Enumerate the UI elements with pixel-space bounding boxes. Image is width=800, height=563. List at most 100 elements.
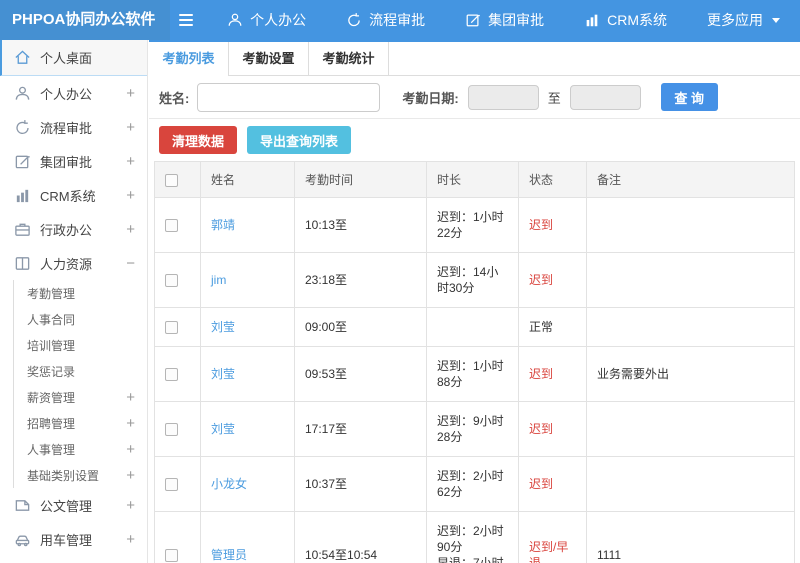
sidebar-item-workflow-approval[interactable]: 流程审批 + — [0, 110, 147, 144]
row-checkbox[interactable] — [165, 219, 178, 233]
tab-attendance-settings[interactable]: 考勤设置 — [229, 42, 309, 75]
nav-group-approval[interactable]: 集团审批 — [445, 0, 564, 40]
sidebar-subitem-hr-contract[interactable]: 人事合同 — [14, 306, 147, 332]
caret-down-icon — [772, 17, 780, 23]
sidebar-item-label: 行政办公 — [40, 222, 93, 238]
employee-name-link[interactable]: jim — [211, 273, 226, 287]
table-header-row: 姓名 考勤时间 时长 状态 备注 — [154, 161, 795, 198]
remark — [586, 197, 795, 253]
row-name-cell: 小龙女 — [200, 456, 295, 512]
doc-icon — [13, 496, 31, 514]
export-list-button[interactable]: 导出查询列表 — [247, 126, 352, 154]
sidebar-subitem-personnel[interactable]: 人事管理 + — [14, 436, 147, 462]
table-row: 小龙女 10:37至 迟到：2小时62分 迟到 — [154, 456, 795, 512]
expand-indicator: + — [126, 466, 135, 484]
date-from-input[interactable] — [467, 84, 539, 110]
sidebar-subitem-recruit[interactable]: 招聘管理 + — [14, 410, 147, 436]
select-all-checkbox[interactable] — [165, 173, 178, 187]
clear-data-button[interactable]: 清理数据 — [159, 126, 238, 154]
edit-icon — [13, 152, 31, 170]
search-button[interactable]: 查 询 — [660, 83, 718, 111]
attendance-time: 09:00至 — [294, 307, 427, 347]
top-header: PHPOA协同办公软件 个人办公 流程审批 集团审批 CRM系统 更多应用 — [0, 0, 800, 40]
row-checkbox[interactable] — [165, 423, 178, 437]
sidebar-item-label: 人力资源 — [40, 256, 93, 272]
tab-attendance-stats[interactable]: 考勤统计 — [309, 42, 389, 75]
sidebar-item-crm[interactable]: CRM系统 + — [0, 178, 147, 212]
name-input[interactable] — [197, 82, 381, 112]
nav-label: CRM系统 — [607, 12, 667, 28]
row-checkbox[interactable] — [165, 478, 178, 492]
sidebar-item-personal-office[interactable]: 个人办公 + — [0, 76, 147, 110]
row-checkbox-cell — [154, 511, 201, 563]
sidebar-item-label: 公文管理 — [40, 498, 93, 514]
expand-indicator: + — [126, 152, 135, 170]
action-bar: 清理数据 导出查询列表 — [149, 119, 800, 161]
sidebar-subitem-label: 薪资管理 — [27, 390, 76, 405]
date-to-input[interactable] — [569, 84, 641, 110]
remark — [586, 401, 795, 457]
sidebar-item-vehicle[interactable]: 用车管理 + — [0, 522, 147, 556]
attendance-duration: 迟到：1小时88分 — [426, 346, 519, 402]
attendance-time: 17:17至 — [294, 401, 427, 457]
sidebar-subitem-base-category[interactable]: 基础类别设置 + — [14, 462, 147, 488]
attendance-time: 23:18至 — [294, 252, 427, 308]
row-checkbox-cell — [154, 346, 201, 402]
nav-crm[interactable]: CRM系统 — [564, 0, 687, 40]
attendance-duration: 迟到：2小时90分 早退：7小时10分 — [426, 511, 519, 563]
sidebar-item-admin-office[interactable]: 行政办公 + — [0, 212, 147, 246]
row-checkbox[interactable] — [165, 549, 178, 563]
row-checkbox-cell — [154, 401, 201, 457]
sidebar-item-group-approval[interactable]: 集团审批 + — [0, 144, 147, 178]
sidebar: 个人桌面 个人办公 + 流程审批 + 集团审批 + CRM系统 + 行政办公 + — [0, 40, 148, 563]
chart-icon — [13, 186, 31, 204]
tab-attendance-list[interactable]: 考勤列表 — [149, 42, 229, 76]
sidebar-subitem-salary[interactable]: 薪资管理 + — [14, 384, 147, 410]
nav-personal-office[interactable]: 个人办公 — [207, 0, 326, 40]
table-row: 刘莹 09:53至 迟到：1小时88分 迟到 业务需要外出 — [154, 346, 795, 402]
employee-name-link[interactable]: 小龙女 — [211, 477, 247, 491]
attendance-time: 09:53至 — [294, 346, 427, 402]
sidebar-item-label: 用车管理 — [40, 532, 93, 548]
sidebar-item-desktop[interactable]: 个人桌面 — [0, 40, 147, 76]
employee-name-link[interactable]: 管理员 — [211, 548, 247, 562]
column-header-status: 状态 — [518, 161, 587, 198]
column-header-name: 姓名 — [200, 161, 295, 198]
row-checkbox[interactable] — [165, 321, 178, 335]
home-icon — [13, 49, 31, 67]
expand-indicator: + — [126, 414, 135, 432]
expand-indicator: + — [126, 388, 135, 406]
flow-icon — [346, 12, 362, 28]
row-checkbox[interactable] — [165, 274, 178, 288]
attendance-time: 10:37至 — [294, 456, 427, 512]
sidebar-subitem-label: 人事合同 — [27, 312, 76, 327]
sidebar-item-hr[interactable]: 人力资源 − — [0, 246, 147, 280]
sidebar-subitem-attendance[interactable]: 考勤管理 — [14, 280, 147, 306]
attendance-time: 10:54至10:54 — [294, 511, 427, 563]
sidebar-subitem-label: 人事管理 — [27, 442, 76, 457]
expand-indicator: + — [126, 186, 135, 204]
remark: 业务需要外出 — [586, 346, 795, 402]
row-checkbox-cell — [154, 252, 201, 308]
main-content: 考勤列表 考勤设置 考勤统计 姓名: 考勤日期: 至 查 询 清理数据 导出查询… — [149, 40, 800, 563]
user-icon — [13, 84, 31, 102]
attendance-duration: 迟到：14小时30分 — [426, 252, 519, 308]
employee-name-link[interactable]: 刘莹 — [211, 320, 235, 334]
row-checkbox[interactable] — [165, 368, 178, 382]
expand-indicator: + — [126, 496, 135, 514]
nav-workflow-approval[interactable]: 流程审批 — [326, 0, 445, 40]
status-label: 迟到 — [518, 456, 587, 512]
sidebar-item-label: 流程审批 — [40, 120, 93, 136]
sidebar-subitem-label: 培训管理 — [27, 338, 76, 353]
sidebar-item-label: 集团审批 — [40, 154, 93, 170]
sidebar-subitem-training[interactable]: 培训管理 — [14, 332, 147, 358]
sidebar-item-documents[interactable]: 公文管理 + — [0, 488, 147, 522]
employee-name-link[interactable]: 郭靖 — [211, 218, 235, 232]
employee-name-link[interactable]: 刘莹 — [211, 367, 235, 381]
table-row: 刘莹 09:00至 正常 — [154, 307, 795, 347]
menu-toggle-icon[interactable] — [178, 14, 194, 26]
nav-more-apps[interactable]: 更多应用 — [687, 0, 800, 40]
flow-icon — [13, 118, 31, 136]
sidebar-subitem-rewards[interactable]: 奖惩记录 — [14, 358, 147, 384]
employee-name-link[interactable]: 刘莹 — [211, 422, 235, 436]
